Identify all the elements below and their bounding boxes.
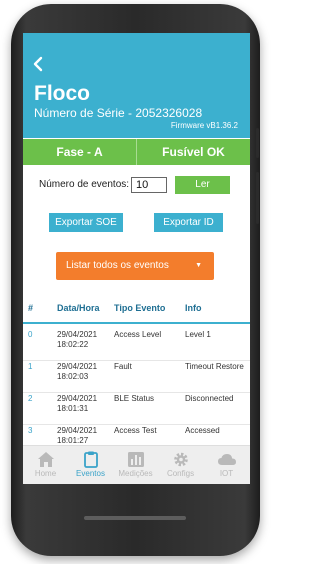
nav-item-eventos[interactable]: Eventos xyxy=(68,446,113,484)
nav-label: Eventos xyxy=(76,469,105,478)
nav-item-configs[interactable]: Configs xyxy=(158,446,203,484)
export-soe-button[interactable]: Exportar SOE xyxy=(49,213,123,232)
nav-item-medicoes[interactable]: Medições xyxy=(113,446,158,484)
event-id: 3 xyxy=(28,426,33,435)
event-time: 18:02:22 xyxy=(57,340,89,349)
phone-side-button xyxy=(256,128,259,158)
list-all-events-dropdown[interactable]: Listar todos os eventos ▼ xyxy=(56,252,214,280)
home-icon xyxy=(37,452,54,467)
cloud-icon xyxy=(217,454,236,465)
event-info: Accessed xyxy=(185,426,220,435)
event-info: Timeout Restore xyxy=(185,362,244,371)
phone-side-button xyxy=(256,172,259,224)
event-time: 18:01:31 xyxy=(57,404,89,413)
back-button[interactable] xyxy=(32,56,44,76)
table-header-divider xyxy=(23,322,250,324)
event-id: 2 xyxy=(28,394,33,403)
event-info: Disconnected xyxy=(185,394,234,403)
read-button[interactable]: Ler xyxy=(175,176,230,194)
table-header-type: Tipo Evento xyxy=(114,303,166,313)
table-header-id: # xyxy=(28,303,34,313)
fuse-status: Fusível OK xyxy=(162,145,225,159)
event-type: Access Test xyxy=(114,426,157,435)
event-time: 18:02:03 xyxy=(57,372,89,381)
event-date: 29/04/2021 xyxy=(57,362,98,371)
device-header: Floco Número de Série - 2052326028 Firmw… xyxy=(23,33,250,138)
nav-item-home[interactable]: Home xyxy=(23,446,68,484)
app-screen: Floco Número de Série - 2052326028 Firmw… xyxy=(23,33,250,484)
phase-status: Fase - A xyxy=(56,145,103,159)
gear-icon xyxy=(173,452,188,467)
nav-item-iot[interactable]: IOT xyxy=(203,446,250,484)
nav-label: Medições xyxy=(118,469,153,478)
events-count-label: Número de eventos: xyxy=(39,179,130,190)
device-title: Floco xyxy=(34,82,90,105)
event-id: 0 xyxy=(28,330,33,339)
bottom-nav: Home Eventos Medições Configs IOT xyxy=(23,445,250,484)
export-id-button[interactable]: Exportar ID xyxy=(154,213,223,232)
event-type: Access Level xyxy=(114,330,162,339)
event-date: 29/04/2021 xyxy=(57,426,98,435)
table-row[interactable]: 1 29/04/2021 18:02:03 Fault Timeout Rest… xyxy=(23,362,250,393)
event-date: 29/04/2021 xyxy=(57,394,98,403)
chevron-left-icon xyxy=(33,56,43,72)
event-info: Level 1 xyxy=(185,330,211,339)
events-count-row: Número de eventos: 10 Ler xyxy=(23,175,250,195)
event-date: 29/04/2021 xyxy=(57,330,98,339)
event-type: BLE Status xyxy=(114,394,155,403)
home-indicator xyxy=(84,516,186,520)
nav-label: Configs xyxy=(166,469,195,478)
firmware-version: Firmware vB1.36.2 xyxy=(170,121,238,130)
serial-number: Número de Série - 2052326028 xyxy=(34,106,203,120)
nav-label: Home xyxy=(34,469,57,478)
bar-chart-icon xyxy=(127,452,144,467)
caret-down-icon: ▼ xyxy=(195,262,202,269)
list-all-events-label: Listar todos os eventos xyxy=(66,260,169,271)
clipboard-icon xyxy=(83,451,98,468)
status-bar: Fase - A Fusível OK xyxy=(23,139,250,165)
table-header-datetime: Data/Hora xyxy=(57,303,100,313)
event-id: 1 xyxy=(28,362,33,371)
events-count-input[interactable]: 10 xyxy=(131,177,167,193)
table-header-info: Info xyxy=(185,303,202,313)
nav-label: IOT xyxy=(219,469,234,478)
event-type: Fault xyxy=(114,362,132,371)
table-row[interactable]: 0 29/04/2021 18:02:22 Access Level Level… xyxy=(23,330,250,361)
table-row[interactable]: 2 29/04/2021 18:01:31 BLE Status Disconn… xyxy=(23,394,250,425)
